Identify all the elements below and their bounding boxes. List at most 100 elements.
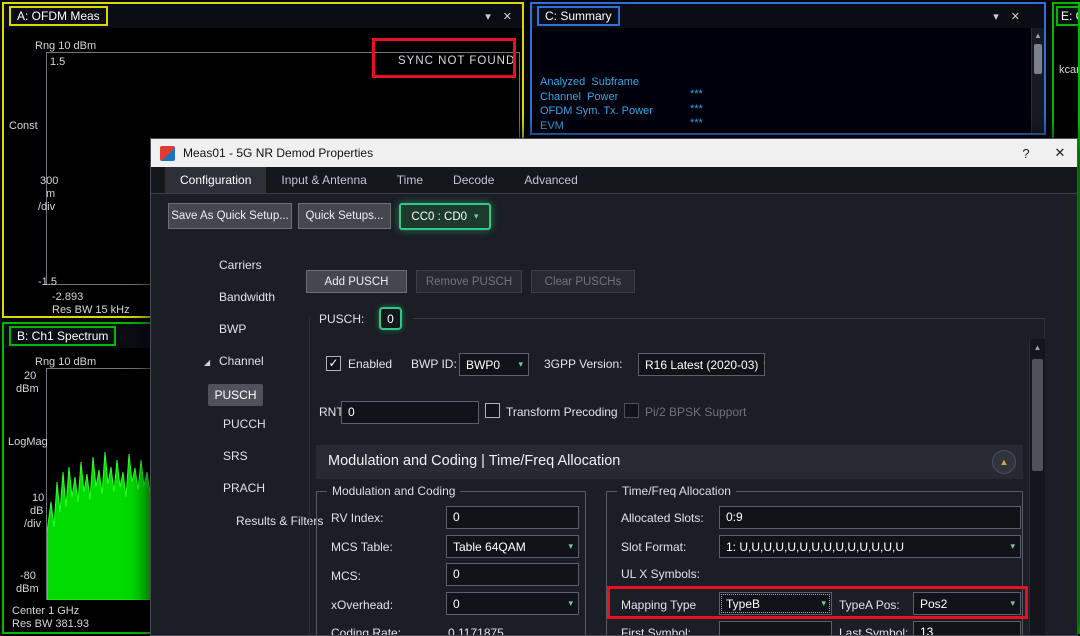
chevron-down-icon: ▾ <box>568 598 573 608</box>
remove-pusch-button[interactable]: Remove PUSCH <box>416 270 522 293</box>
collapse-up-icon: ▲ <box>999 457 1009 467</box>
allocated-slots-input[interactable]: 0:9 <box>719 506 1021 529</box>
enabled-label: Enabled <box>348 357 393 371</box>
collapse-section-button[interactable]: ▲ <box>992 450 1016 474</box>
scale-unit-label: dB <box>30 505 44 517</box>
save-as-quick-setup-button[interactable]: Save As Quick Setup... <box>168 203 292 229</box>
tab-input-antenna[interactable]: Input & Antenna <box>266 167 381 193</box>
window-a-title: A: OFDM Meas <box>9 6 108 26</box>
enabled-checkbox[interactable]: ✓ <box>326 356 341 371</box>
window-e-text: kcar <box>1059 64 1080 76</box>
coding-rate-value: 0.1171875 <box>448 626 504 636</box>
summary-row: OFDM Sym. Tx. Power *** <box>532 93 1030 129</box>
trace-format-label: Const <box>9 120 38 132</box>
y-max-label: 20 <box>24 370 37 382</box>
dialog-titlebar[interactable]: Meas01 - 5G NR Demod Properties ? ✕ <box>151 139 1077 167</box>
window-a-close-icon[interactable]: ✕ <box>503 10 512 23</box>
tab-advanced[interactable]: Advanced <box>509 167 592 193</box>
sync-status: SYNC NOT FOUND <box>398 55 516 67</box>
quick-setups-button[interactable]: Quick Setups... <box>298 203 391 229</box>
dialog-scrollbar[interactable]: ▲ <box>1029 339 1045 635</box>
transform-precoding-label: Transform Precoding <box>506 405 618 419</box>
mapping-type-select[interactable]: TypeB ▾ <box>719 592 832 615</box>
chevron-down-icon: ▾ <box>518 359 523 369</box>
channel-expand-icon[interactable]: ◢ <box>204 358 210 367</box>
transform-precoding-checkbox[interactable] <box>485 403 500 418</box>
dialog-title: Meas01 - 5G NR Demod Properties <box>183 146 374 160</box>
check-icon: ✓ <box>328 356 339 370</box>
tab-time[interactable]: Time <box>382 167 438 193</box>
rnti-input[interactable]: 0 <box>341 401 479 424</box>
scale-unit-label: m <box>46 188 56 200</box>
slot-format-select[interactable]: 1: U,U,U,U,U,U,U,U,U,U,U,U,U,U ▾ <box>719 535 1021 558</box>
cc-selector-value: CC0 : CD0 <box>411 210 468 223</box>
pi2-bpsk-checkbox <box>624 403 639 418</box>
window-c-title: C: Summary <box>537 6 620 26</box>
mcs-table-select[interactable]: Table 64QAM ▾ <box>446 535 579 558</box>
summary-row: EVM *** <box>532 108 1030 133</box>
sidebar-item-bwp[interactable]: BWP <box>219 322 246 336</box>
chevron-down-icon: ▾ <box>763 359 764 370</box>
scrollbar-thumb[interactable] <box>1034 44 1042 74</box>
window-summary: C: Summary ▾ ✕ Analyzed Subframe *** Cha… <box>530 2 1046 135</box>
add-pusch-button[interactable]: Add PUSCH <box>306 270 407 293</box>
xoverhead-label: xOverhead: <box>331 598 394 612</box>
y-max-label: 1.5 <box>50 56 66 68</box>
scale-per-div-label: /div <box>38 201 56 213</box>
slot-format-label: Slot Format: <box>621 540 687 554</box>
typea-pos-label: TypeA Pos: <box>839 598 900 612</box>
window-e-titlebar: E: O <box>1054 4 1078 28</box>
scrollbar-thumb[interactable] <box>1032 359 1043 471</box>
mcs-table-label: MCS Table: <box>331 540 393 554</box>
chevron-down-icon: ▾ <box>568 541 573 551</box>
slot-format-value: 1: U,U,U,U,U,U,U,U,U,U,U,U,U,U <box>726 539 905 554</box>
pusch-index-badge[interactable]: 0 <box>379 307 402 330</box>
demod-properties-dialog: Meas01 - 5G NR Demod Properties ? ✕ Conf… <box>150 138 1078 636</box>
tab-decode[interactable]: Decode <box>438 167 509 193</box>
typea-pos-value: Pos2 <box>920 596 948 611</box>
pusch-label: PUSCH: <box>319 312 365 326</box>
range-label: Rng 10 dBm <box>35 356 97 368</box>
chevron-down-icon: ▾ <box>474 211 479 221</box>
scroll-up-icon[interactable]: ▲ <box>1030 343 1045 352</box>
sidebar-item-carriers[interactable]: Carriers <box>219 258 262 272</box>
rv-index-label: RV Index: <box>331 511 384 525</box>
tab-configuration[interactable]: Configuration <box>165 167 267 193</box>
sidebar-item-bandwidth[interactable]: Bandwidth <box>219 290 275 304</box>
chevron-down-icon: ▾ <box>1010 598 1015 608</box>
mcs-input[interactable]: 0 <box>446 563 579 586</box>
res-bw-label: Res BW 15 kHz <box>52 304 130 316</box>
y-min-label: -1.5 <box>38 276 57 288</box>
bwp-id-value: BWP0 <box>466 357 501 372</box>
mcs-label: MCS: <box>331 569 361 583</box>
scroll-up-icon[interactable]: ▲ <box>1032 31 1044 40</box>
first-symbol-input[interactable] <box>719 621 832 635</box>
window-c-close-icon[interactable]: ✕ <box>1011 10 1020 23</box>
mcs-table-value: Table 64QAM <box>453 539 526 554</box>
rv-index-input[interactable]: 0 <box>446 506 579 529</box>
dialog-tabbar: Configuration Input & Antenna Time Decod… <box>151 167 1077 194</box>
window-c-menu-icon[interactable]: ▾ <box>993 10 999 23</box>
sidebar-item-prach[interactable]: PRACH <box>223 481 265 495</box>
cc-selector[interactable]: CC0 : CD0 ▾ <box>399 203 491 230</box>
bwp-id-select[interactable]: BWP0 ▾ <box>459 353 529 376</box>
chevron-down-icon: ▾ <box>1010 541 1015 551</box>
clear-puschs-button[interactable]: Clear PUSCHs <box>531 270 635 293</box>
y-max-unit-label: dBm <box>16 383 39 395</box>
help-button[interactable]: ? <box>1009 139 1043 167</box>
sidebar-item-channel[interactable]: Channel <box>219 354 264 368</box>
window-a-titlebar: A: OFDM Meas ▾ ✕ <box>4 4 522 28</box>
summary-scrollbar[interactable]: ▲ <box>1031 28 1044 133</box>
window-a-menu-icon[interactable]: ▾ <box>485 10 491 23</box>
modulation-coding-group-title: Modulation and Coding <box>327 484 461 498</box>
typea-pos-select[interactable]: Pos2 ▾ <box>913 592 1021 615</box>
xoverhead-select[interactable]: 0 ▾ <box>446 592 579 615</box>
chevron-down-icon: ▾ <box>821 598 826 608</box>
sidebar-item-srs[interactable]: SRS <box>223 449 248 463</box>
sidebar-item-pusch[interactable]: PUSCH <box>208 384 263 406</box>
close-button[interactable]: ✕ <box>1043 139 1077 167</box>
gpp-version-select[interactable]: R16 Latest (2020-03) ▾ <box>638 353 765 376</box>
sidebar-item-pucch[interactable]: PUCCH <box>223 417 266 431</box>
bwp-id-label: BWP ID: <box>411 357 457 371</box>
last-symbol-input[interactable]: 13 <box>913 621 1021 635</box>
